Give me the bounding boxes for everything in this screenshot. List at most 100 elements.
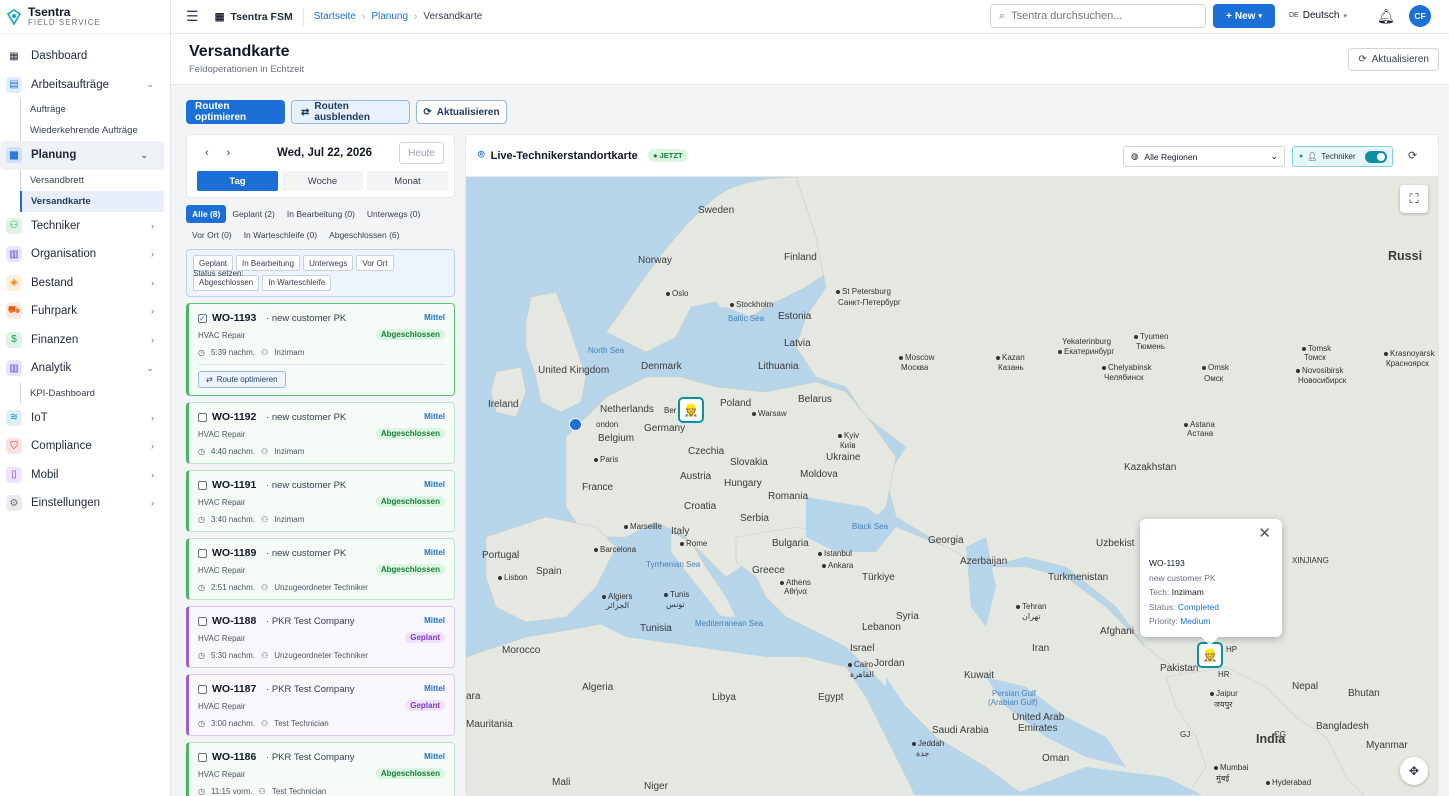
next-day-icon[interactable]: ›	[227, 147, 231, 159]
sidebar-item-label: Fuhrpark	[31, 305, 78, 318]
refresh-orders-button[interactable]: ⟳ Aktualisieren	[416, 100, 507, 124]
optimize-route-button[interactable]: ⇄ Route optimieren	[198, 371, 286, 388]
sidebar-item-11[interactable]: ▯ Mobil ›	[0, 461, 170, 490]
compass-icon[interactable]: ✥	[1400, 757, 1428, 785]
view-day[interactable]: Tag	[197, 171, 278, 191]
filter-chip[interactable]: Alle (8)	[186, 205, 227, 223]
sidebar-subitem[interactable]: KPI-Dashboard	[21, 383, 170, 404]
sidebar-subitem[interactable]: Versandbrett	[21, 170, 170, 191]
map-label-hungary: Hungary	[724, 478, 762, 489]
hide-routes-button[interactable]: ⇄ Routen ausblenden	[291, 100, 410, 124]
map-label-text: Тюмень	[1136, 342, 1165, 351]
map-label-tehran_fa: تهران	[1022, 612, 1040, 621]
user-avatar[interactable]: CF	[1409, 5, 1431, 27]
sidebar-subitem[interactable]: Wiederkehrende Aufträge	[21, 120, 170, 141]
plus-icon: +	[1226, 10, 1232, 22]
breadcrumb-home[interactable]: Startseite	[314, 11, 356, 22]
select-checkbox[interactable]	[198, 753, 207, 762]
today-button[interactable]: Heute	[399, 142, 444, 164]
sidebar-item-10[interactable]: ⛉ Compliance ›	[0, 432, 170, 461]
map-label-algiers_ar: الجزائر	[606, 601, 629, 610]
sidebar-item-1[interactable]: ▤ Arbeitsaufträge ⌄	[0, 71, 170, 100]
brand-logo[interactable]: Tsentra FIELD SERVICE	[0, 0, 170, 34]
filter-chip[interactable]: In Warteschleife (0)	[238, 226, 323, 244]
user-icon: ⚇	[261, 447, 269, 456]
breadcrumb-separator: ›	[414, 11, 418, 22]
bell-icon[interactable]: 🔔︎	[1377, 8, 1395, 25]
map-canvas[interactable]: Sweden Finland Norway Russi Oslo Stockholm St …	[466, 177, 1438, 795]
set-status-button[interactable]: Unterwegs	[303, 255, 354, 272]
set-status-button[interactable]: In Warteschleife	[262, 274, 332, 291]
optimize-routes-button[interactable]: Routen optimieren	[186, 100, 285, 124]
filter-chip[interactable]: Unterwegs (0)	[361, 205, 426, 223]
prev-day-icon[interactable]: ‹	[205, 147, 209, 159]
work-order-card[interactable]: WO-1189 · new customer PK Mittel HVAC Repai…	[186, 538, 455, 600]
sidebar-item-4[interactable]: ▥ Organisation ›	[0, 240, 170, 269]
sidebar-item-7[interactable]: $ Finanzen ›	[0, 326, 170, 355]
toggle-switch[interactable]	[1365, 151, 1387, 163]
breadcrumb-separator: ›	[361, 11, 366, 22]
set-status-button[interactable]: Vor Ort	[356, 255, 394, 272]
user-icon: 👤︎	[1307, 152, 1318, 161]
sidebar-subitem[interactable]: Versandkarte	[20, 190, 164, 212]
work-order-card[interactable]: WO-1186 · PKR Test Company Mittel HVAC Repa…	[186, 742, 455, 796]
work-order-card[interactable]: WO-1187 · PKR Test Company Mittel HVAC Repa…	[186, 674, 455, 736]
fullscreen-icon[interactable]: ⛶	[1400, 185, 1428, 213]
technician-toggle[interactable]: ● 👤︎ Techniker	[1292, 146, 1393, 167]
work-order-card[interactable]: WO-1192 · new customer PK Mittel HVAC Repai…	[186, 402, 455, 464]
breadcrumb-planung[interactable]: Planung	[371, 11, 408, 22]
filter-chip[interactable]: In Bearbeitung (0)	[281, 205, 361, 223]
work-order-card[interactable]: WO-1188 · PKR Test Company Mittel HVAC Repa…	[186, 606, 455, 668]
map-label-text: Hyderabad	[1272, 778, 1312, 787]
work-order-card[interactable]: WO-1191 · new customer PK Mittel HVAC Repai…	[186, 470, 455, 532]
sidebar-item-5[interactable]: ◈ Bestand ›	[0, 269, 170, 298]
sidebar-item-2[interactable]: ▦ Planung ⌄	[0, 141, 164, 170]
map-label-netherlands: Netherlands	[600, 404, 654, 415]
sidebar-item-0[interactable]: ▦ Dashboard	[0, 42, 170, 71]
search-input[interactable]	[1011, 10, 1192, 22]
view-month[interactable]: Monat	[367, 171, 448, 191]
sidebar-item-9[interactable]: ≋ IoT ›	[0, 404, 170, 433]
sidebar-item-6[interactable]: ⛟ Fuhrpark ›	[0, 297, 170, 326]
select-checkbox[interactable]	[198, 685, 207, 694]
filter-chip[interactable]: Vor Ort (0)	[186, 226, 238, 244]
sidebar-item-8[interactable]: ▥ Analytik ⌄	[0, 354, 170, 383]
filter-chip[interactable]: Abgeschlossen (6)	[323, 226, 405, 244]
scheduled-time: 11:15 vorm.	[210, 787, 253, 796]
select-checkbox[interactable]	[198, 481, 207, 490]
map-label-portugal: Portugal	[482, 550, 519, 561]
map-label-text: Київ	[840, 441, 856, 450]
select-checkbox[interactable]	[198, 413, 207, 422]
technician-marker-selected[interactable]: 👷	[1197, 642, 1223, 668]
new-button[interactable]: + New ▾	[1213, 4, 1275, 28]
map-refresh-icon[interactable]: ⟳	[1408, 149, 1417, 162]
city-dot-icon	[680, 541, 684, 546]
select-checkbox[interactable]: ✓	[198, 314, 207, 323]
region-select[interactable]: ◍ Alle Regionen ⌄	[1123, 146, 1285, 167]
select-checkbox[interactable]	[198, 549, 207, 558]
refresh-button[interactable]: ⟳ Aktualisieren	[1348, 48, 1439, 71]
menu-icon[interactable]: ☰	[186, 8, 199, 25]
filter-chip[interactable]: Geplant (2)	[226, 205, 281, 223]
map-title-text: Live-Technikerstandortkarte	[490, 149, 638, 162]
map-label-text: Tunisia	[640, 623, 672, 634]
select-checkbox[interactable]	[198, 617, 207, 626]
sidebar-item-3[interactable]: ⚇ Techniker ›	[0, 212, 170, 241]
work-order-card[interactable]: ✓ WO-1193 · new customer PK Mittel HVAC Repa…	[186, 303, 455, 396]
sidebar-nav: ▦ Dashboard ▤ Arbeitsaufträge ⌄ Aufträge Wiede…	[0, 34, 170, 518]
map-label-text: Israel	[850, 643, 875, 654]
global-search[interactable]: ⌕	[990, 4, 1206, 28]
map-label-uk: United Kingdom	[538, 365, 609, 376]
app-switcher[interactable]: ▦ Tsentra FSM	[215, 11, 293, 23]
chevron-down-icon: ⌄	[1270, 151, 1278, 161]
sidebar-item-12[interactable]: ⚙ Einstellungen ›	[0, 489, 170, 518]
current-location-dot[interactable]	[569, 418, 582, 431]
view-week[interactable]: Woche	[282, 171, 363, 191]
close-icon[interactable]: ✕	[1258, 526, 1271, 542]
set-status-button[interactable]: In Bearbeitung	[236, 255, 301, 272]
sidebar-subitem[interactable]: Aufträge	[21, 99, 170, 120]
language-selector[interactable]: DE Deutsch ▾	[1289, 10, 1347, 21]
technician-marker[interactable]: 👷	[678, 397, 704, 423]
map-label-athens: Athens	[780, 578, 811, 587]
clock-icon: ◷	[198, 651, 205, 660]
